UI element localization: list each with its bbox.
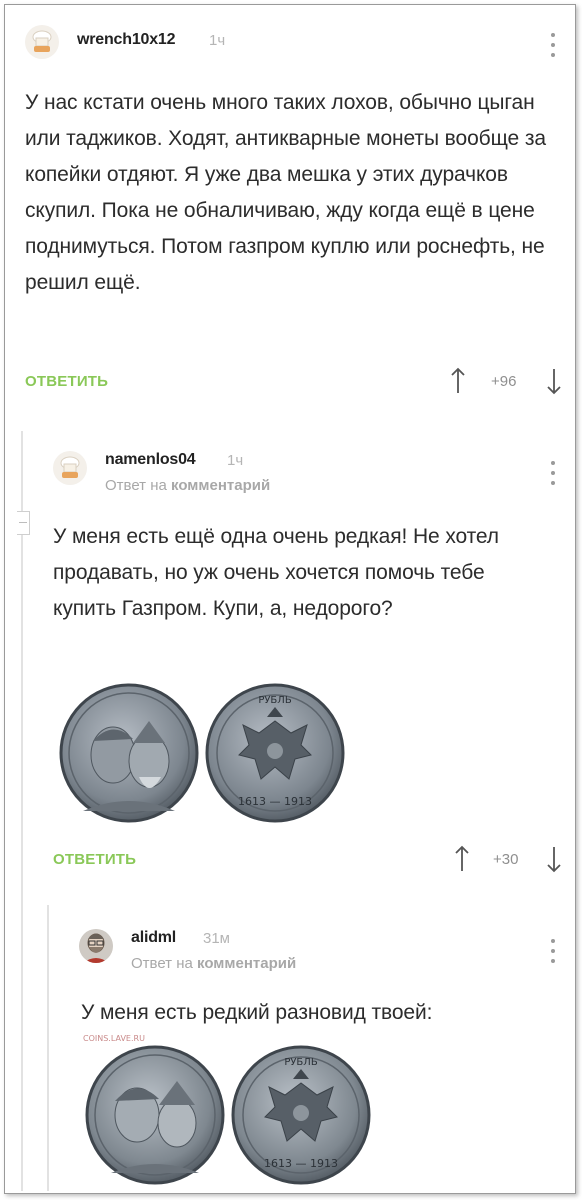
comment-3: alidml 31м Ответ на комментарий У меня е…: [5, 5, 575, 1193]
reply-to-target[interactable]: комментарий: [197, 955, 296, 972]
comment-time: 31м: [203, 930, 230, 947]
coin-photo[interactable]: COINS.LAVE.RU РУБЛЬ 1613 — 1913: [79, 1031, 375, 1191]
bearded-man-icon: [79, 929, 113, 963]
more-options-icon[interactable]: [550, 939, 556, 963]
comment-text: У меня есть редкий разновид твоей:: [81, 1001, 433, 1024]
coin-reverse-years: 1613 — 1913: [264, 1157, 338, 1170]
image-watermark: COINS.LAVE.RU: [83, 1034, 145, 1043]
reply-to-prefix: Ответ на: [131, 955, 193, 972]
coin-reverse-legend: РУБЛЬ: [284, 1057, 318, 1068]
comments-thread: wrench10x12 1ч У нас кстати очень много …: [4, 4, 576, 1194]
user-avatar[interactable]: [79, 929, 113, 963]
author-name[interactable]: alidml: [131, 929, 176, 947]
reply-to-link[interactable]: Ответ на комментарий: [131, 955, 296, 972]
